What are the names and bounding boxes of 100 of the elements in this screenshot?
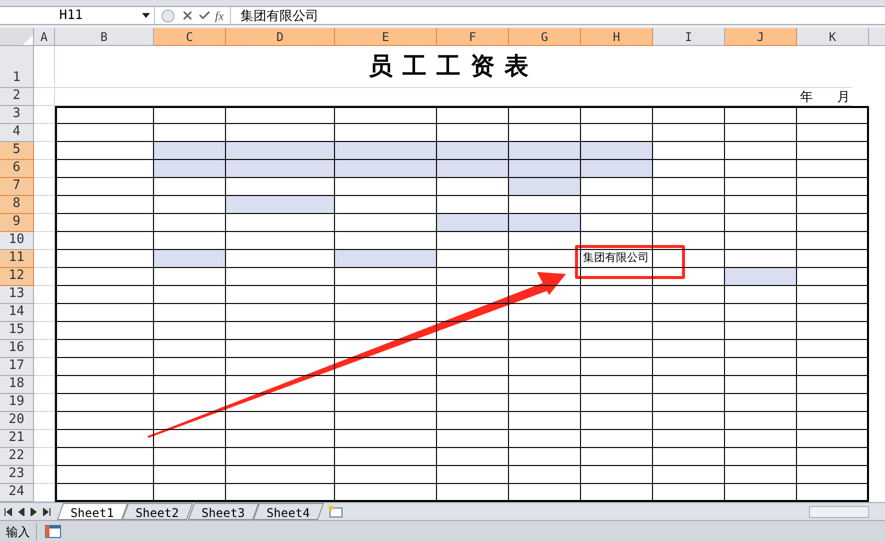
formula-value[interactable]: 集团有限公司 (240, 6, 319, 26)
table-cell[interactable] (653, 376, 725, 394)
table-cell[interactable] (335, 106, 437, 124)
table-cell[interactable] (581, 160, 653, 178)
table-cell[interactable] (55, 124, 154, 142)
table-cell[interactable] (335, 304, 437, 322)
table-cell[interactable] (725, 196, 797, 214)
table-cell[interactable] (581, 232, 653, 250)
column-header[interactable]: D (226, 28, 335, 46)
insert-sheet-icon[interactable] (327, 505, 344, 518)
row-header[interactable]: 13 (0, 286, 34, 304)
table-cell[interactable] (797, 106, 869, 124)
column-header[interactable]: E (335, 28, 437, 46)
table-cell[interactable] (437, 232, 509, 250)
row-header[interactable]: 9 (0, 214, 34, 232)
table-cell[interactable] (653, 394, 725, 412)
table-cell[interactable] (797, 376, 869, 394)
row-header[interactable]: 22 (0, 448, 34, 466)
table-cell[interactable] (154, 466, 226, 484)
table-cell[interactable] (797, 448, 869, 466)
table-cell[interactable] (581, 322, 653, 340)
column-header[interactable]: F (437, 28, 509, 46)
macro-record-icon[interactable] (45, 525, 61, 538)
table-cell[interactable] (509, 448, 581, 466)
table-cell[interactable] (154, 214, 226, 232)
table-cell[interactable] (725, 124, 797, 142)
table-cell[interactable] (335, 394, 437, 412)
table-cell[interactable] (581, 448, 653, 466)
table-cell[interactable] (581, 412, 653, 430)
table-cell[interactable] (581, 466, 653, 484)
row-header[interactable]: 21 (0, 430, 34, 448)
table-cell[interactable] (509, 232, 581, 250)
table-cell[interactable] (55, 448, 154, 466)
table-cell[interactable] (581, 106, 653, 124)
table-cell[interactable] (725, 214, 797, 232)
table-cell[interactable] (653, 358, 725, 376)
row-header[interactable]: 2 (0, 88, 34, 106)
sheet-tab[interactable]: Sheet3 (188, 503, 260, 520)
table-cell[interactable] (226, 160, 335, 178)
table-cell[interactable] (154, 250, 226, 268)
table-cell[interactable] (55, 340, 154, 358)
table-cell[interactable] (509, 394, 581, 412)
row-header[interactable]: 19 (0, 394, 34, 412)
table-cell[interactable] (154, 178, 226, 196)
row-header[interactable]: 8 (0, 196, 34, 214)
table-cell[interactable] (725, 304, 797, 322)
table-cell[interactable] (797, 214, 869, 232)
table-cell[interactable] (581, 304, 653, 322)
table-cell[interactable] (653, 160, 725, 178)
column-header[interactable]: J (725, 28, 797, 46)
table-cell[interactable] (226, 286, 335, 304)
table-cell[interactable] (437, 340, 509, 358)
table-cell[interactable] (581, 376, 653, 394)
table-cell[interactable] (55, 106, 154, 124)
table-cell[interactable] (226, 268, 335, 286)
table-cell[interactable] (797, 160, 869, 178)
table-cell[interactable] (797, 196, 869, 214)
table-cell[interactable] (509, 412, 581, 430)
table-cell[interactable] (154, 322, 226, 340)
table-cell[interactable] (509, 322, 581, 340)
table-cell[interactable] (55, 430, 154, 448)
table-cell[interactable] (797, 124, 869, 142)
merged-cell[interactable]: 员工工资表 (55, 46, 852, 88)
table-cell[interactable] (509, 106, 581, 124)
table-cell[interactable] (797, 304, 869, 322)
table-cell[interactable] (154, 448, 226, 466)
table-cell[interactable] (797, 142, 869, 160)
column-header[interactable]: A (34, 28, 55, 46)
table-cell[interactable] (437, 394, 509, 412)
row-header[interactable]: 17 (0, 358, 34, 376)
table-cell[interactable] (154, 160, 226, 178)
table-cell[interactable] (581, 358, 653, 376)
table-cell[interactable] (797, 286, 869, 304)
table-cell[interactable] (154, 268, 226, 286)
table-cell[interactable] (509, 142, 581, 160)
row-header[interactable]: 10 (0, 232, 34, 250)
table-cell[interactable] (335, 250, 437, 268)
table-cell[interactable] (154, 376, 226, 394)
table-cell[interactable] (226, 322, 335, 340)
table-cell[interactable] (335, 268, 437, 286)
table-cell[interactable] (226, 466, 335, 484)
table-cell[interactable] (437, 448, 509, 466)
table-cell[interactable] (154, 142, 226, 160)
horizontal-scrollbar[interactable] (809, 506, 869, 518)
table-cell[interactable] (653, 214, 725, 232)
table-cell[interactable] (335, 160, 437, 178)
table-cell[interactable] (55, 268, 154, 286)
column-header[interactable]: I (653, 28, 725, 46)
column-header[interactable]: K (797, 28, 869, 46)
table-cell[interactable] (335, 142, 437, 160)
table-cell[interactable] (509, 178, 581, 196)
table-cell[interactable] (55, 412, 154, 430)
table-cell[interactable] (653, 250, 725, 268)
table-cell[interactable] (653, 232, 725, 250)
sheet-navigation-icon[interactable] (4, 508, 12, 516)
row-header[interactable]: 15 (0, 322, 34, 340)
table-cell[interactable] (725, 376, 797, 394)
column-header[interactable]: G (509, 28, 581, 46)
table-cell[interactable] (653, 322, 725, 340)
table-cell[interactable] (725, 394, 797, 412)
